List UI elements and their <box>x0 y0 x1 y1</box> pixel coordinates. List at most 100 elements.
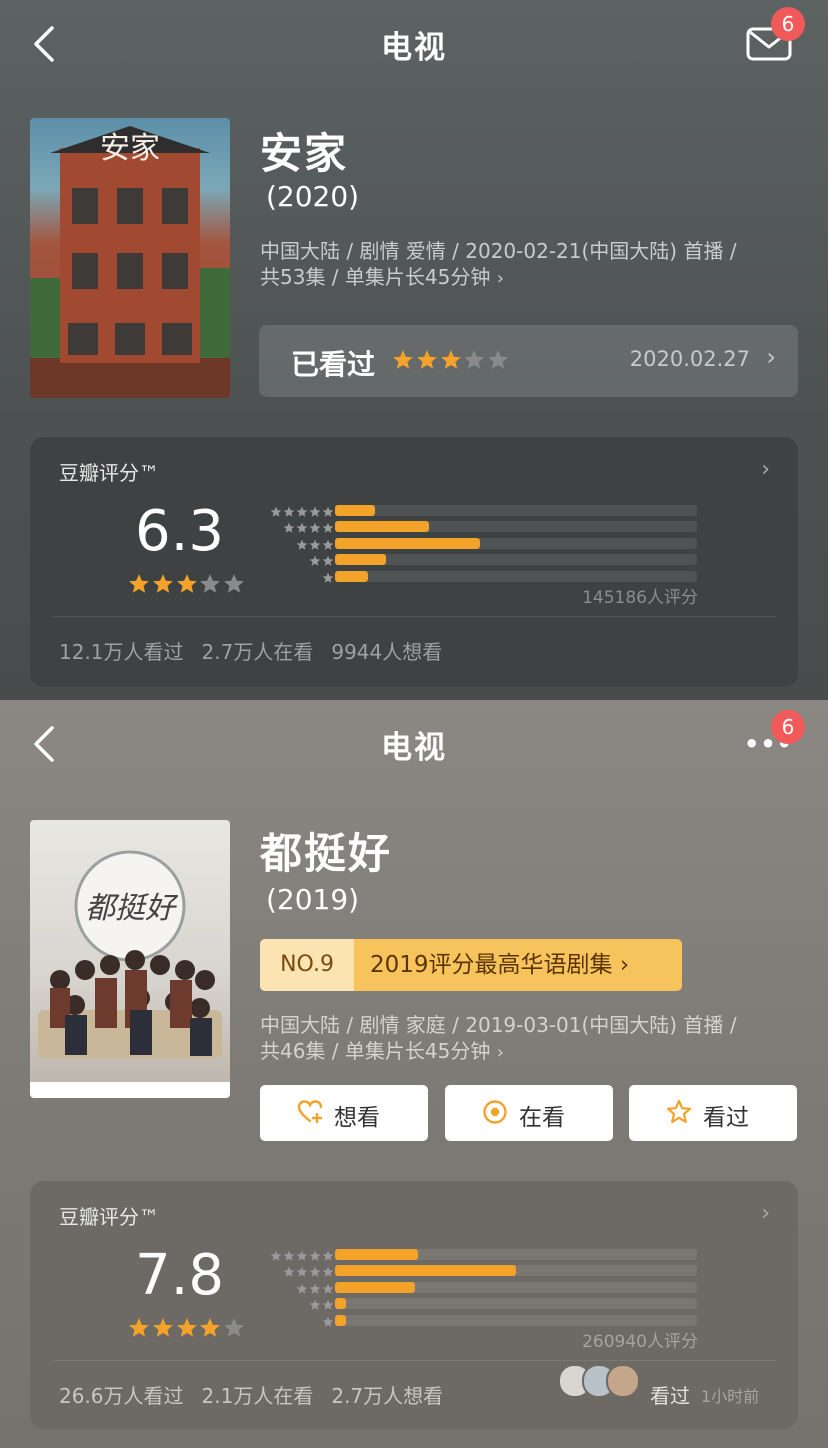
target-icon <box>483 1100 507 1124</box>
heart-plus-icon <box>297 1100 323 1123</box>
screen-anjia: 电视 6 安家 安家 (2020) 中国大陆 / 剧情 爱情 / 2020-02… <box>0 0 828 700</box>
rating-bar-track <box>335 521 697 533</box>
star-icon <box>463 350 487 375</box>
rating-score: 7.8 <box>135 1243 225 1308</box>
want-to-watch-label: 想看 <box>334 1105 380 1131</box>
my-rating-stars <box>392 349 511 375</box>
movie-meta[interactable]: 中国大陆 / 剧情 爱情 / 2020-02-21(中国大陆) 首播 / 共53… <box>260 238 800 292</box>
douban-rating-card[interactable]: 豆瓣评分™ › 7.8 260940人评分 26.6万人看过 2.1万人在看 2.7… <box>30 1181 798 1429</box>
chevron-right-icon: › <box>496 1042 504 1063</box>
rating-bar-track <box>335 505 697 516</box>
poster-illustration: 都挺好 <box>30 850 230 1098</box>
want-to-watch-button[interactable]: 想看 <box>260 1085 428 1141</box>
watched-label: 看过 <box>703 1105 749 1131</box>
rating-bar-track <box>335 1298 697 1310</box>
poster-illustration: 安家 <box>30 126 230 398</box>
friend-time: 1小时前 <box>701 1387 760 1406</box>
watch-stats: 12.1万人看过 2.7万人在看 9944人想看 <box>59 636 460 665</box>
stat-watched: 26.6万人看过 <box>59 1384 184 1408</box>
rating-bar-track <box>335 1265 697 1277</box>
nav-title: 电视 <box>381 30 447 66</box>
chevron-right-icon: › <box>496 268 504 289</box>
rating-bar-fill <box>335 1298 346 1310</box>
mini-stars <box>255 569 335 588</box>
chevron-right-icon: › <box>761 1201 770 1226</box>
star-icon <box>487 350 511 375</box>
meta-line-1: 中国大陆 / 剧情 爱情 / 2020-02-21(中国大陆) 首播 / <box>260 239 737 263</box>
star-icon <box>416 350 440 375</box>
rating-bar-fill <box>335 1281 415 1293</box>
rating-bar-fill <box>335 537 480 549</box>
rating-bar-fill <box>335 521 430 533</box>
rating-stars <box>128 1317 247 1343</box>
star-icon <box>152 574 173 593</box>
mini-stars <box>255 1313 335 1332</box>
rating-count: 260940人评分 <box>582 1332 698 1352</box>
movie-year: (2020) <box>266 180 360 213</box>
ranking-banner[interactable]: NO.9 2019评分最高华语剧集 › <box>260 939 682 991</box>
friend-status: 看过 <box>650 1384 690 1408</box>
nav-title: 电视 <box>381 730 447 766</box>
stat-wish: 9944人想看 <box>331 640 443 664</box>
nav-bar: 电视 ••• 6 <box>0 700 828 788</box>
meta-line-2: 共46集 / 单集片长45分钟 <box>260 1039 491 1063</box>
ranking-text: 2019评分最高华语剧集 › <box>370 952 630 978</box>
stat-watched: 12.1万人看过 <box>59 640 184 664</box>
notification-badge: 6 <box>771 710 805 744</box>
movie-title: 都挺好 <box>260 829 393 878</box>
watched-date: 2020.02.27 <box>629 347 750 371</box>
rating-bar-track <box>335 537 697 549</box>
rating-score: 6.3 <box>135 499 225 564</box>
avatar <box>606 1364 640 1398</box>
rating-bar-fill <box>335 1249 419 1260</box>
star-icon <box>176 574 197 593</box>
rating-bar-track <box>335 1281 697 1293</box>
star-icon <box>129 1318 149 1337</box>
poster-title: 都挺好 <box>85 891 179 926</box>
star-icon <box>392 350 416 375</box>
movie-year: (2019) <box>266 883 360 916</box>
rating-bar-fill <box>335 1314 346 1326</box>
rating-stars <box>128 573 247 599</box>
star-icon <box>200 574 221 593</box>
nav-bar: 电视 6 <box>0 0 828 88</box>
rating-bar-fill <box>335 505 375 516</box>
watched-label: 已看过 <box>291 348 376 381</box>
divider <box>52 616 776 617</box>
stat-wish: 2.7万人想看 <box>331 1384 444 1408</box>
divider <box>52 1360 776 1361</box>
watch-stats: 26.6万人看过 2.1万人在看 2.7万人想看 <box>59 1380 461 1409</box>
watched-button[interactable]: 看过 <box>629 1085 797 1141</box>
rating-bar-track <box>335 554 697 566</box>
screen-doutinghao: 电视 ••• 6 都挺好 都挺好 (2019) NO.9 2019评分最高华语剧… <box>0 700 828 1448</box>
ranking-number: NO.9 <box>260 939 354 991</box>
star-icon <box>224 1318 244 1337</box>
meta-line-2: 共53集 / 单集片长45分钟 <box>260 265 491 289</box>
watching-label: 在看 <box>519 1105 565 1131</box>
star-icon <box>224 574 244 593</box>
star-icon <box>200 1318 221 1337</box>
watched-status-bar[interactable]: 已看过 2020.02.27 › <box>259 325 798 397</box>
notification-badge: 6 <box>771 7 805 41</box>
stat-watching: 2.7万人在看 <box>201 640 314 664</box>
douban-rating-card[interactable]: 豆瓣评分™ › 6.3 145186人评分 12.1万人看过 2.7万人在看 994… <box>30 437 798 687</box>
star-icon <box>176 1318 197 1337</box>
chevron-right-icon: › <box>766 343 776 371</box>
friend-avatars[interactable] <box>558 1364 642 1398</box>
rating-bar-track <box>335 1249 697 1260</box>
stat-watching: 2.1万人在看 <box>201 1384 314 1408</box>
watching-button[interactable]: 在看 <box>445 1085 613 1141</box>
poster-image[interactable]: 都挺好 <box>30 820 230 1098</box>
rating-count: 145186人评分 <box>582 588 698 608</box>
rating-bar-fill <box>335 570 368 582</box>
rating-header: 豆瓣评分™ <box>59 461 159 485</box>
meta-line-1: 中国大陆 / 剧情 家庭 / 2019-03-01(中国大陆) 首播 / <box>260 1013 737 1037</box>
star-outline-icon <box>666 1099 692 1124</box>
poster-image[interactable]: 安家 <box>30 118 230 398</box>
star-icon <box>129 574 149 593</box>
rating-bar-track <box>335 1314 697 1326</box>
movie-meta[interactable]: 中国大陆 / 剧情 家庭 / 2019-03-01(中国大陆) 首播 / 共46… <box>260 1012 800 1066</box>
star-icon <box>440 350 464 375</box>
rating-bar-track <box>335 570 697 582</box>
rating-bar-fill <box>335 1265 516 1277</box>
